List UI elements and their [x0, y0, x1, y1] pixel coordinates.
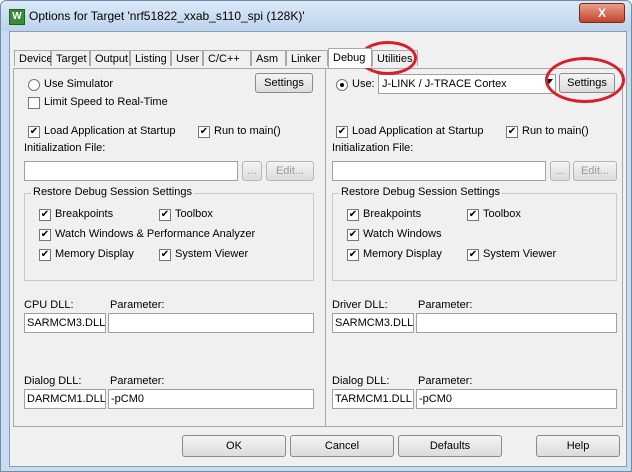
limit-speed-checkbox[interactable] — [28, 97, 40, 109]
tab-listing[interactable]: Listing — [130, 50, 171, 66]
left-browse-button[interactable]: ... — [242, 161, 262, 181]
left-dialog-param-input[interactable]: -pCM0 — [108, 389, 314, 409]
left-load-app-checkbox[interactable]: ✔ — [28, 126, 40, 138]
simulator-settings-button[interactable]: Settings — [255, 73, 313, 93]
column-divider — [325, 69, 326, 426]
right-restore-title: Restore Debug Session Settings — [339, 186, 502, 198]
use-simulator-label: Use Simulator — [44, 78, 114, 90]
right-sysviewer-label: System Viewer — [483, 248, 557, 260]
tab-target[interactable]: Target — [51, 50, 90, 66]
right-browse-button[interactable]: ... — [550, 161, 570, 181]
tab-asm[interactable]: Asm — [251, 50, 286, 66]
left-dialog-dll-label: Dialog DLL: — [24, 375, 82, 387]
driver-dll-input[interactable]: SARMCM3.DLL — [332, 313, 414, 333]
right-dialog-param-label: Parameter: — [418, 375, 473, 387]
options-dialog: W Options for Target 'nrf51822_xxab_s110… — [0, 0, 632, 472]
ok-button[interactable]: OK — [182, 435, 286, 457]
right-breakpoints-checkbox[interactable]: ✔ — [347, 209, 359, 221]
tab-device[interactable]: Device — [14, 50, 53, 66]
right-dialog-dll-label: Dialog DLL: — [332, 375, 390, 387]
right-memory-checkbox[interactable]: ✔ — [347, 249, 359, 261]
right-toolbox-checkbox[interactable]: ✔ — [467, 209, 479, 221]
app-icon: W — [9, 9, 25, 25]
left-init-file-input[interactable] — [24, 161, 238, 181]
right-load-app-checkbox[interactable]: ✔ — [336, 126, 348, 138]
left-run-to-main-checkbox[interactable]: ✔ — [198, 126, 210, 138]
tab-user[interactable]: User — [171, 50, 203, 66]
use-label: Use: — [352, 78, 375, 90]
right-run-to-main-label: Run to main() — [522, 125, 589, 137]
left-restore-title: Restore Debug Session Settings — [31, 186, 194, 198]
left-breakpoints-checkbox[interactable]: ✔ — [39, 209, 51, 221]
cpu-param-label: Parameter: — [110, 299, 165, 311]
left-toolbox-checkbox[interactable]: ✔ — [159, 209, 171, 221]
left-sysviewer-checkbox[interactable]: ✔ — [159, 249, 171, 261]
left-sysviewer-label: System Viewer — [175, 248, 249, 260]
left-dialog-dll-input[interactable]: DARMCM1.DLL — [24, 389, 106, 409]
right-dialog-dll-input[interactable]: TARMCM1.DLL — [332, 389, 414, 409]
cancel-button[interactable]: Cancel — [290, 435, 394, 457]
right-watch-checkbox[interactable]: ✔ — [347, 229, 359, 241]
right-run-to-main-checkbox[interactable]: ✔ — [506, 126, 518, 138]
right-sysviewer-checkbox[interactable]: ✔ — [467, 249, 479, 261]
right-restore-group: Restore Debug Session Settings ✔ Breakpo… — [332, 186, 617, 281]
right-init-file-input[interactable] — [332, 161, 546, 181]
right-watch-label: Watch Windows — [363, 228, 442, 240]
cpu-param-input[interactable] — [108, 313, 314, 333]
dialog-client: Device Target Output Listing User C/C++ … — [9, 31, 627, 467]
tab-output[interactable]: Output — [90, 50, 130, 66]
left-edit-button[interactable]: Edit... — [266, 161, 314, 181]
debug-driver-select[interactable]: J-LINK / J-TRACE Cortex — [378, 74, 556, 94]
tab-cpp[interactable]: C/C++ — [203, 50, 251, 66]
title-bar[interactable]: W Options for Target 'nrf51822_xxab_s110… — [1, 1, 631, 31]
debug-page: Use Simulator Settings Limit Speed to Re… — [13, 68, 623, 427]
left-restore-group: Restore Debug Session Settings ✔ Breakpo… — [24, 186, 314, 281]
right-load-app-label: Load Application at Startup — [352, 125, 484, 137]
left-watch-checkbox[interactable]: ✔ — [39, 229, 51, 241]
left-memory-checkbox[interactable]: ✔ — [39, 249, 51, 261]
cpu-dll-label: CPU DLL: — [24, 299, 74, 311]
right-edit-button[interactable]: Edit... — [573, 161, 617, 181]
driver-dll-label: Driver DLL: — [332, 299, 388, 311]
help-button[interactable]: Help — [536, 435, 620, 457]
left-load-app-label: Load Application at Startup — [44, 125, 176, 137]
driver-param-label: Parameter: — [418, 299, 473, 311]
tab-linker[interactable]: Linker — [286, 50, 328, 66]
use-driver-radio[interactable] — [336, 79, 348, 91]
right-breakpoints-label: Breakpoints — [363, 208, 422, 220]
right-init-file-label: Initialization File: — [332, 142, 414, 154]
defaults-button[interactable]: Defaults — [398, 435, 502, 457]
left-init-file-label: Initialization File: — [24, 142, 106, 154]
window-title: Options for Target 'nrf51822_xxab_s110_s… — [29, 9, 305, 23]
right-dialog-param-input[interactable]: -pCM0 — [416, 389, 617, 409]
debug-driver-value: J-LINK / J-TRACE Cortex — [382, 78, 507, 90]
close-button[interactable]: X — [579, 3, 625, 23]
left-watch-label: Watch Windows & Performance Analyzer — [55, 228, 256, 240]
driver-param-input[interactable] — [416, 313, 617, 333]
left-memory-label: Memory Display — [55, 248, 134, 260]
tab-debug[interactable]: Debug — [328, 48, 372, 68]
use-simulator-radio[interactable] — [28, 79, 40, 91]
cpu-dll-input[interactable]: SARMCM3.DLL — [24, 313, 106, 333]
left-dialog-param-label: Parameter: — [110, 375, 165, 387]
left-run-to-main-label: Run to main() — [214, 125, 281, 137]
left-breakpoints-label: Breakpoints — [55, 208, 114, 220]
left-toolbox-label: Toolbox — [175, 208, 213, 220]
limit-speed-label: Limit Speed to Real-Time — [44, 96, 168, 108]
right-memory-label: Memory Display — [363, 248, 442, 260]
annotation-circle-settings — [545, 57, 625, 103]
right-toolbox-label: Toolbox — [483, 208, 521, 220]
